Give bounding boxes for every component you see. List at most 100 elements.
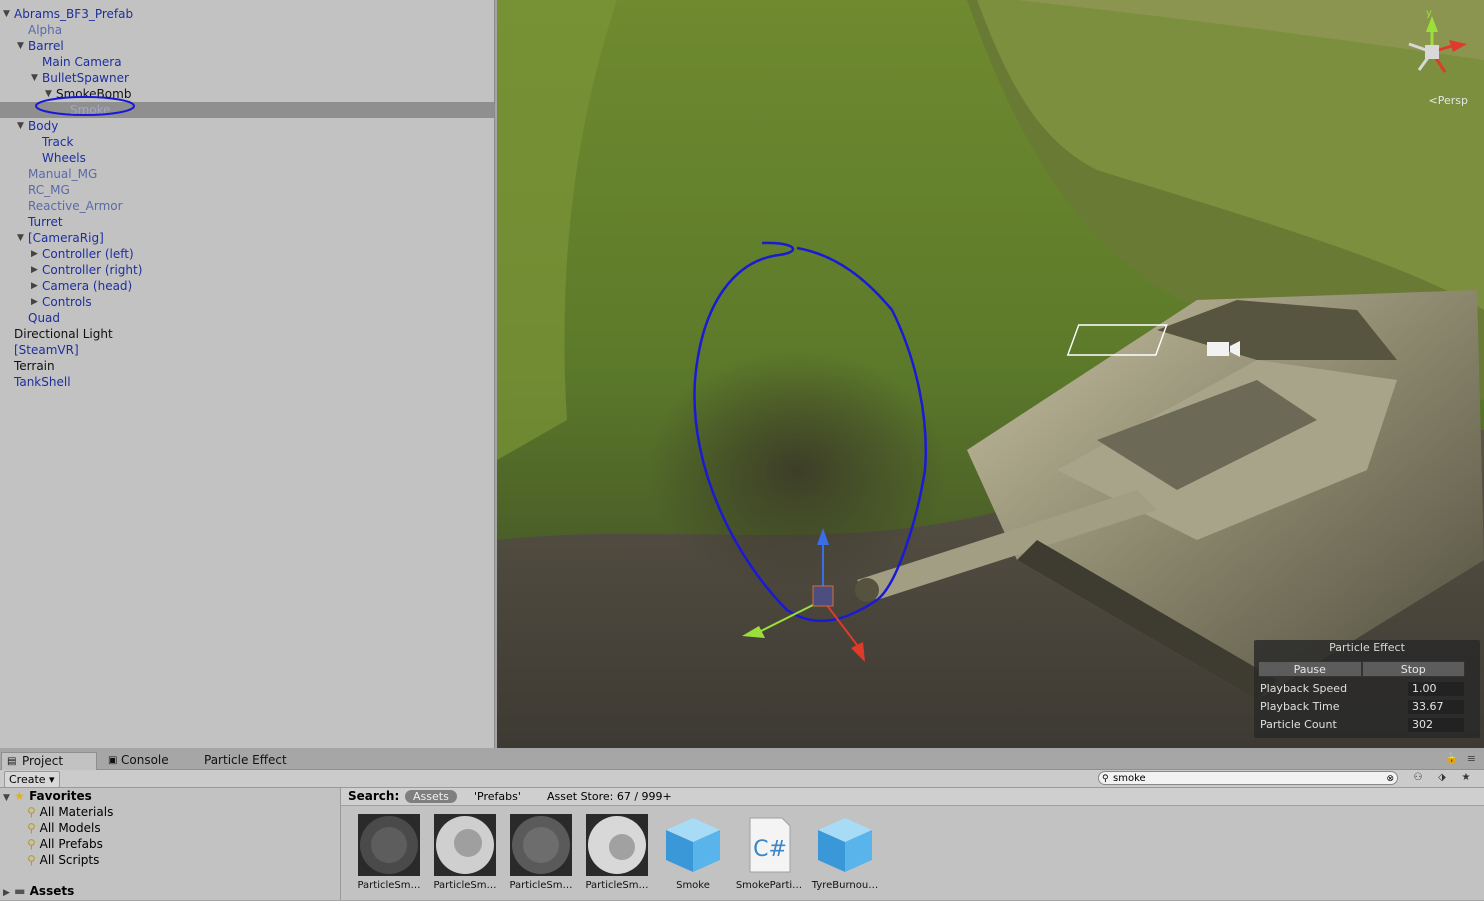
- expand-arrow-icon[interactable]: ▶: [3, 888, 10, 898]
- hierarchy-item[interactable]: ▶ Controller (right): [0, 262, 494, 278]
- expand-arrow-icon[interactable]: ▼: [17, 230, 27, 246]
- playback-time-field[interactable]: 33.67: [1408, 700, 1464, 714]
- hierarchy-panel: ▼ Abrams_BF3_Prefab Alpha ▼ Barrel Main Ca…: [0, 0, 495, 748]
- hierarchy-item[interactable]: Track: [0, 134, 494, 150]
- hierarchy-item[interactable]: ▼ SmokeBomb: [0, 86, 494, 102]
- favorite-item[interactable]: ⚲ All Materials: [27, 804, 113, 820]
- hierarchy-item[interactable]: ▼ [CameraRig]: [0, 230, 494, 246]
- expand-arrow-icon[interactable]: ▼: [3, 6, 13, 22]
- folder-icon: ▬: [14, 884, 26, 898]
- prefab-cube-icon: [666, 818, 720, 872]
- hierarchy-item[interactable]: ▶ Camera (head): [0, 278, 494, 294]
- search-icon: ⚲: [27, 805, 36, 819]
- search-input[interactable]: ⚲ smoke ⊗: [1098, 771, 1398, 785]
- expand-arrow-icon[interactable]: ▼: [17, 38, 27, 54]
- hierarchy-item[interactable]: ▼ Barrel: [0, 38, 494, 54]
- search-icon: ⚲: [1102, 774, 1109, 784]
- search-icon: ⚲: [27, 853, 36, 867]
- project-panel: ▤ Project ▣ Console Particle Effect 🔒 ≡ …: [0, 751, 1484, 900]
- texture-thumbnail-icon: [358, 814, 420, 876]
- asset-item[interactable]: TyreBurnou…: [810, 814, 880, 893]
- collapse-arrow-icon[interactable]: ▶: [31, 246, 41, 262]
- scope-asset-store-button[interactable]: Asset Store: 67 / 999+: [547, 788, 672, 805]
- particle-count-field: 302: [1408, 718, 1464, 732]
- hierarchy-item[interactable]: RC_MG: [0, 182, 494, 198]
- hierarchy-item[interactable]: ▶ Controller (left): [0, 246, 494, 262]
- hierarchy-item[interactable]: ▼ BulletSpawner: [0, 70, 494, 86]
- particle-effect-title: Particle Effect: [1329, 641, 1405, 654]
- hierarchy-item[interactable]: Reactive_Armor: [0, 198, 494, 214]
- hierarchy-item[interactable]: Alpha: [0, 22, 494, 38]
- folder-icon: ▤: [7, 756, 17, 767]
- asset-item[interactable]: Smoke: [658, 814, 728, 893]
- menu-icon[interactable]: ≡: [1467, 752, 1476, 765]
- project-folder-tree: ▼ ★ Favorites ⚲ All Materials ⚲ All Mode…: [0, 788, 341, 900]
- hierarchy-item[interactable]: Terrain: [0, 358, 494, 374]
- pause-button[interactable]: Pause: [1258, 661, 1362, 677]
- texture-thumbnail-icon: [586, 814, 648, 876]
- scene-view[interactable]: y <Persp Particle Effect Pause Stop Play…: [497, 0, 1484, 748]
- collapse-arrow-icon[interactable]: ▶: [31, 262, 41, 278]
- tab-bar: ▤ Project ▣ Console Particle Effect 🔒 ≡: [0, 751, 1484, 770]
- search-icon: ⚲: [27, 837, 36, 851]
- playback-speed-row: Playback Speed 1.00: [1260, 681, 1470, 697]
- playback-speed-field[interactable]: 1.00: [1408, 682, 1464, 696]
- particle-effect-panel: Particle Effect Pause Stop Playback Spee…: [1254, 640, 1480, 738]
- hierarchy-item[interactable]: Manual_MG: [0, 166, 494, 182]
- asset-item[interactable]: ParticleSm…: [506, 814, 576, 893]
- favorite-item[interactable]: ⚲ All Scripts: [27, 852, 99, 868]
- expand-arrow-icon[interactable]: ▼: [45, 86, 55, 102]
- hierarchy-item-selected[interactable]: Smoke: [0, 102, 494, 118]
- hierarchy-item[interactable]: Main Camera: [0, 54, 494, 70]
- asset-item[interactable]: ParticleSm…: [354, 814, 424, 893]
- asset-item[interactable]: C# SmokeParti…: [734, 814, 804, 893]
- scope-prefabs-button[interactable]: 'Prefabs': [474, 788, 521, 805]
- asset-item[interactable]: ParticleSm…: [582, 814, 652, 893]
- gizmo-y-label: y: [1426, 8, 1432, 19]
- clear-search-icon[interactable]: ⊗: [1386, 772, 1394, 786]
- texture-thumbnail-icon: [434, 814, 496, 876]
- create-dropdown[interactable]: Create ▾: [4, 771, 60, 788]
- hierarchy-item[interactable]: [SteamVR]: [0, 342, 494, 358]
- project-toolbar: Create ▾ ⚲ smoke ⊗ ⚇ ⬗ ★: [0, 770, 1484, 788]
- expand-arrow-icon[interactable]: ▼: [31, 70, 41, 86]
- hierarchy-item[interactable]: ▶ Controls: [0, 294, 494, 310]
- expand-arrow-icon[interactable]: ▼: [3, 793, 10, 803]
- scene-render: [497, 0, 1484, 748]
- hierarchy-item[interactable]: Wheels: [0, 150, 494, 166]
- search-scope-bar: Search: Assets 'Prefabs' Asset Store: 67…: [341, 788, 1484, 806]
- playback-time-row: Playback Time 33.67: [1260, 699, 1470, 715]
- favorite-item[interactable]: ⚲ All Models: [27, 820, 101, 836]
- favorites-header[interactable]: ▼ ★ Favorites: [3, 788, 92, 804]
- lock-icon[interactable]: 🔒: [1446, 753, 1458, 764]
- hierarchy-item[interactable]: Directional Light: [0, 326, 494, 342]
- asset-item[interactable]: ParticleSm…: [430, 814, 500, 893]
- collapse-arrow-icon[interactable]: ▶: [31, 294, 41, 310]
- projection-toggle[interactable]: <Persp: [1429, 94, 1468, 107]
- filter-label-icon[interactable]: ⬗: [1434, 771, 1450, 785]
- particle-count-row: Particle Count 302: [1260, 717, 1470, 733]
- collapse-arrow-icon[interactable]: ▶: [31, 278, 41, 294]
- hierarchy-item[interactable]: Turret: [0, 214, 494, 230]
- star-icon: ★: [14, 789, 25, 803]
- csharp-script-icon: C#: [749, 817, 791, 873]
- expand-arrow-icon[interactable]: ▼: [17, 118, 27, 134]
- filter-type-icon[interactable]: ⚇: [1410, 771, 1426, 785]
- stop-button[interactable]: Stop: [1361, 661, 1465, 677]
- scope-assets-button[interactable]: Assets: [405, 790, 457, 803]
- prefab-cube-icon: [818, 818, 872, 872]
- favorite-item[interactable]: ⚲ All Prefabs: [27, 836, 103, 852]
- tab-particle-effect[interactable]: Particle Effect: [204, 752, 304, 769]
- console-icon: ▣: [108, 755, 118, 766]
- favorite-star-icon[interactable]: ★: [1458, 771, 1474, 785]
- texture-thumbnail-icon: [510, 814, 572, 876]
- asset-browser: Search: Assets 'Prefabs' Asset Store: 67…: [341, 788, 1484, 900]
- hierarchy-item[interactable]: ▼ Body: [0, 118, 494, 134]
- assets-folder[interactable]: ▶ ▬ Assets: [3, 883, 74, 899]
- svg-text:C#: C#: [753, 837, 787, 862]
- hierarchy-item[interactable]: TankShell: [0, 374, 494, 390]
- hierarchy-item[interactable]: Quad: [0, 310, 494, 326]
- tab-project[interactable]: ▤ Project: [1, 752, 97, 770]
- tab-console[interactable]: ▣ Console: [106, 752, 186, 769]
- hierarchy-item[interactable]: ▼ Abrams_BF3_Prefab: [0, 6, 494, 22]
